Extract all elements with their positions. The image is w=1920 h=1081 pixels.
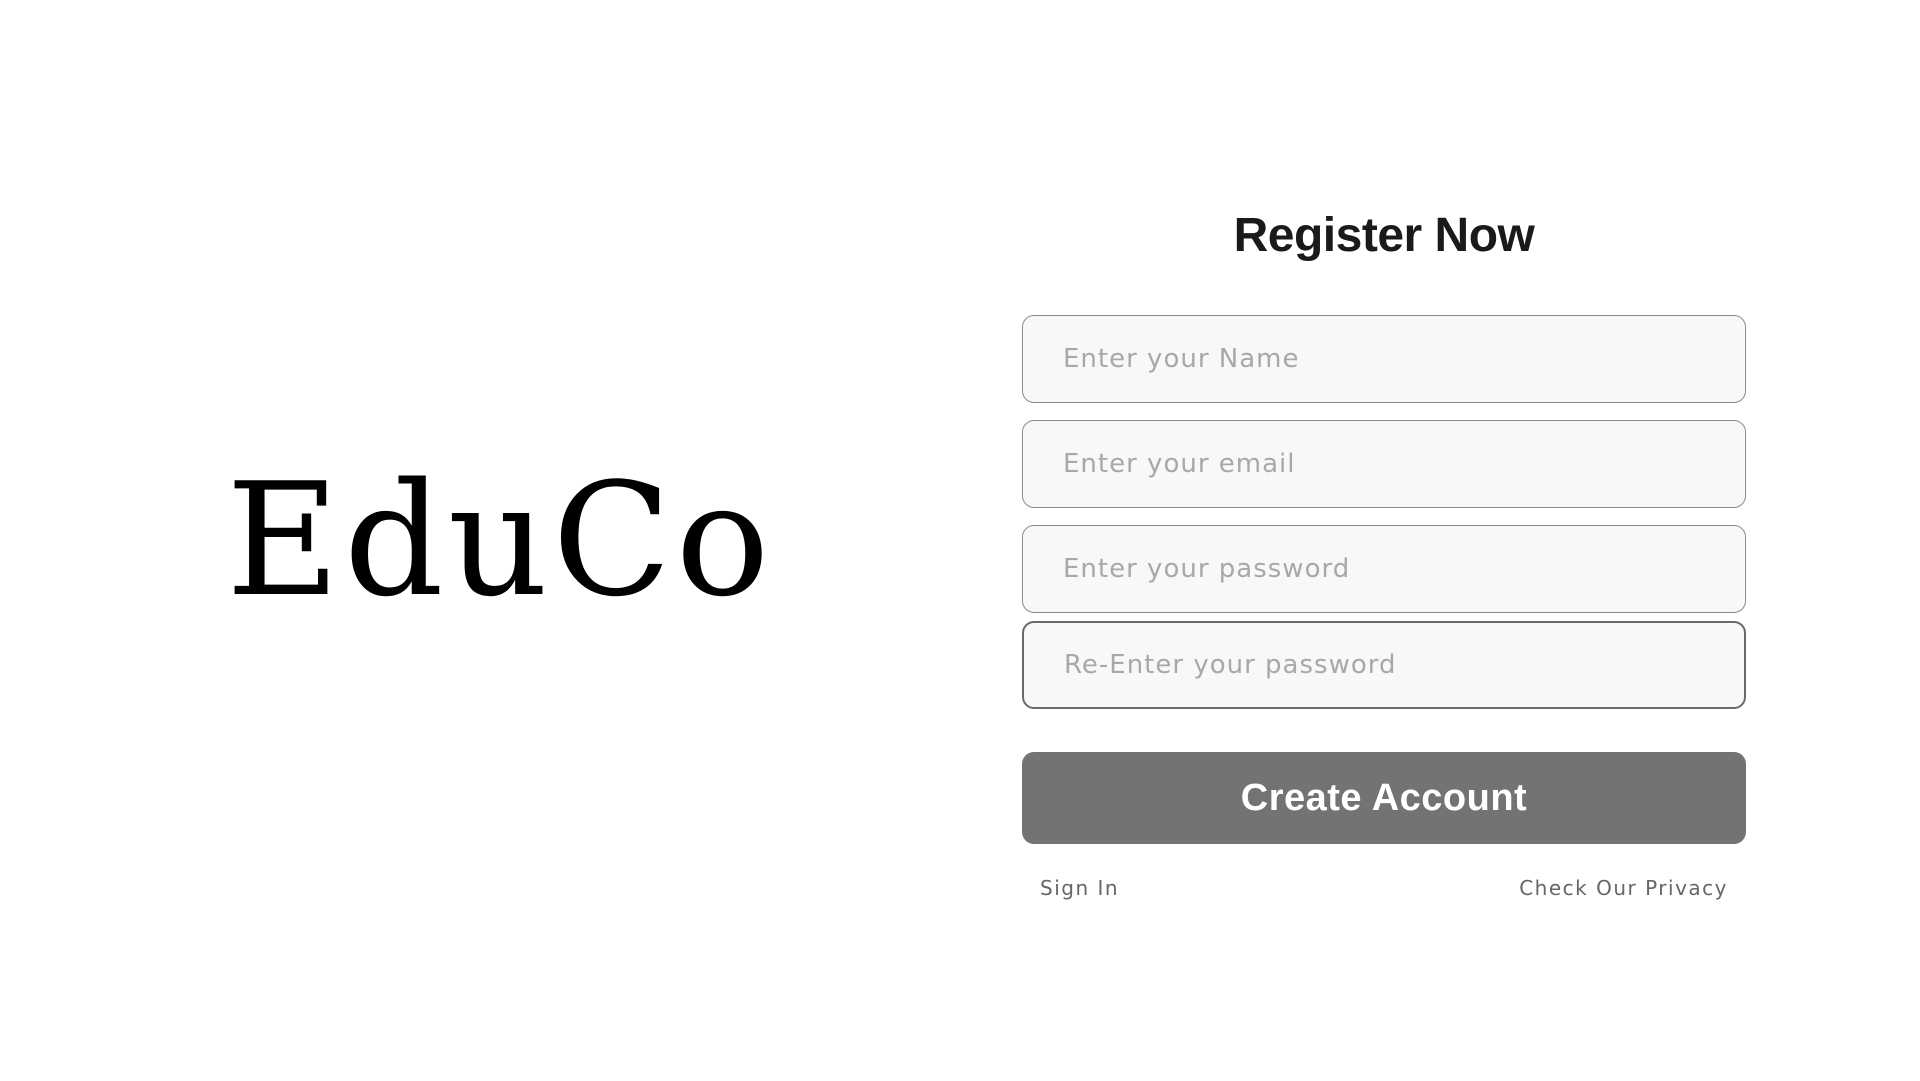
password-field[interactable] [1022,525,1746,613]
register-form: Register Now Create Account Sign In Chec… [1022,180,1746,920]
sign-in-link[interactable]: Sign In [1040,870,1119,906]
page-title: Register Now [1233,209,1535,262]
create-account-button[interactable]: Create Account [1022,752,1746,844]
name-field[interactable] [1022,315,1746,403]
email-field[interactable] [1022,420,1746,508]
confirm-password-field[interactable] [1022,621,1746,709]
privacy-link[interactable]: Check Our Privacy [1519,870,1728,906]
register-page: EduCo Register Now Create Account Sign I… [0,0,1920,1081]
brand-logo: EduCo [226,449,774,631]
